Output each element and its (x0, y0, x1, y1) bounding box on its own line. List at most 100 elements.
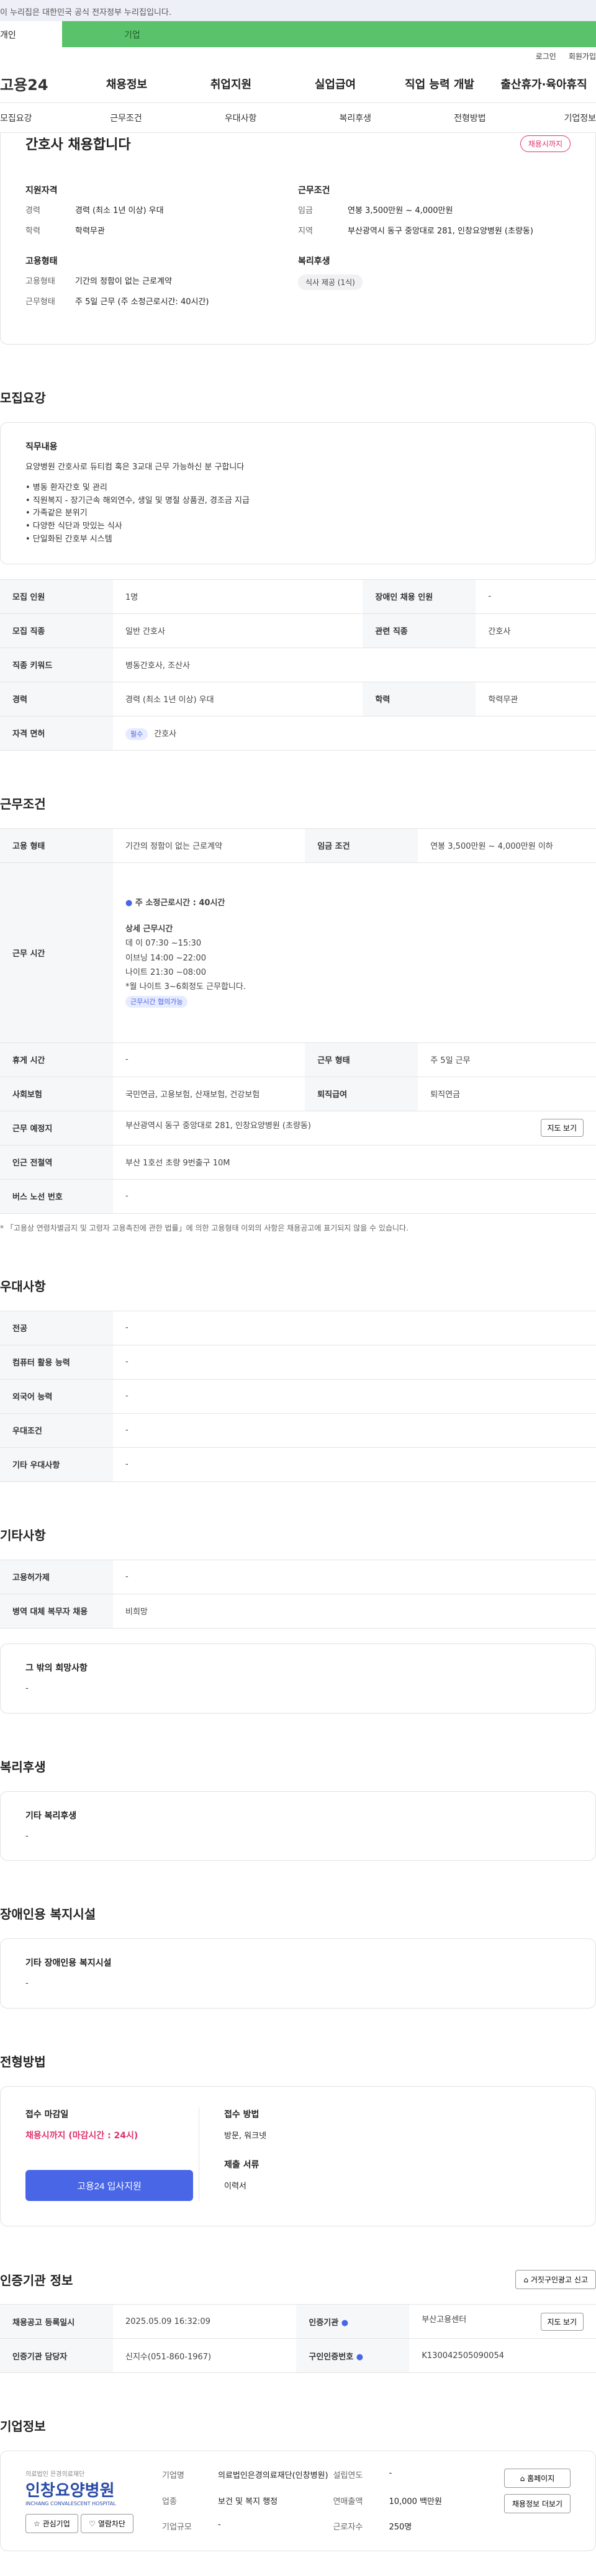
company-key: 기업명 (162, 2471, 184, 2481)
hours-main: 주 소정근로시간 : 40시간 (135, 898, 225, 908)
table-key: 병역 대체 복무자 채용 (0, 1594, 113, 1629)
duty-list-item: • 가족같은 분위기 (25, 508, 88, 518)
report-false-ad-button[interactable]: ⌂ 거짓구인광고 신고 (515, 2270, 596, 2290)
table-value: 국민연금, 고용보험, 산재보험, 건강보험 (113, 1077, 305, 1111)
gnb-item[interactable]: 취업지원 (179, 76, 283, 92)
table-value: 부산광역시 동구 중앙대로 281, 인창요양병원 (초량동) 지도 보기 (113, 1111, 596, 1146)
logo-en: INCHANG CONVALESCENT HOSPITAL (25, 2501, 116, 2507)
subnav-item[interactable]: 우대사항 (183, 112, 298, 124)
section-title-agency: 인증기관 정보 (0, 2273, 73, 2289)
section-title-work: 근무조건 (0, 796, 46, 811)
home-label: 홈페이지 (527, 2474, 555, 2483)
required-tag: 필수 (125, 728, 148, 741)
table-row: 인증기관 담당자 신지수(051-860-1967) 구인인증번호 ● K1300… (0, 2338, 596, 2374)
block-label: 열람차단 (97, 2520, 125, 2529)
gnb-item[interactable]: 채용정보 (74, 76, 179, 92)
report-label: 거짓구인광고 신고 (530, 2275, 588, 2285)
etc-table: 고용허가제 - 병역 대체 복무자 채용 비희망 (0, 1559, 596, 1629)
table-key: 직종 키워드 (0, 648, 113, 682)
company-value: - (218, 2520, 221, 2529)
subnav-item[interactable]: 복리후생 (298, 112, 413, 124)
logo-sub: 의료법인 은경의료재단 (25, 2471, 85, 2479)
table-key: 모집 인원 (0, 579, 113, 614)
home-icon: ⌂ (523, 2275, 529, 2285)
apply-button[interactable]: 고용24 입사지원 (25, 2170, 193, 2202)
agency-table: 채용공고 등록일시 2025.05.09 16:32:09 인증기관 ● 부산고용… (0, 2304, 596, 2374)
table-row: 고용허가제 - (0, 1560, 596, 1594)
company-key: 업종 (162, 2497, 177, 2506)
table-key: 기타 우대사항 (0, 1447, 113, 1482)
table-key: 고용 형태 (0, 828, 113, 863)
company-card: 의료법인 은경의료재단 인창요양병원 INCHANG CONVALESCENT … (0, 2451, 596, 2552)
favorite-company-button[interactable]: ☆ 관심기업 (25, 2514, 78, 2534)
block-view-button[interactable]: ♡ 열람차단 (81, 2514, 133, 2534)
tab-individual[interactable]: 개인 (0, 21, 62, 47)
subnav-item[interactable]: 모집요강 (0, 112, 69, 124)
agency-key: 구인인증번호 (309, 2352, 354, 2362)
cond-head: 근무조건 (298, 186, 330, 196)
summary-key: 근무형태 (25, 297, 55, 307)
table-value: - (113, 1379, 596, 1414)
login-link[interactable]: 로그인 (536, 51, 556, 61)
gnb-item[interactable]: 출산휴가·육아휴직 (492, 76, 596, 92)
section-title-benefit: 복리후생 (0, 1759, 46, 1774)
table-row: 기타 우대사항 - (0, 1447, 596, 1482)
table-row: 컴퓨터 활용 능력 - (0, 1345, 596, 1380)
info-icon[interactable]: ● (356, 2352, 363, 2362)
agency-key: 인증기관 (309, 2318, 339, 2328)
table-key: 휴게 시간 (0, 1042, 113, 1077)
table-value: 연봉 3,500만원 ~ 4,000만원 이하 (418, 828, 596, 863)
table-key: 임금 조건 (305, 828, 418, 863)
table-value: - (113, 1042, 305, 1077)
gnb-item[interactable]: 직업 능력 개발 (387, 76, 492, 92)
duty-text: 요양병원 간호사로 듀티컴 혹은 3교대 근무 가능하신 분 구합니다 (25, 463, 245, 472)
table-row: 근무 예정지 부산광역시 동구 중앙대로 281, 인창요양병원 (초량동) 지도… (0, 1111, 596, 1146)
heart-icon: ♡ (89, 2520, 96, 2529)
subnav-item[interactable]: 근무조건 (69, 112, 184, 124)
table-value: 부산 1호선 초량 9번출구 10M (113, 1145, 596, 1180)
table-key: 외국어 능력 (0, 1379, 113, 1414)
tab-enterprise[interactable]: 기업 (62, 21, 596, 47)
table-value: 신지수(051-860-1967) (113, 2338, 297, 2374)
table-value: - (113, 1311, 596, 1345)
table-key: 경력 (0, 682, 113, 716)
table-key: 관련 직종 (363, 613, 476, 648)
other-wish-head: 그 밖의 희망사항 (25, 1663, 88, 1673)
table-key: 버스 노선 번호 (0, 1179, 113, 1214)
table-key: 학력 (363, 682, 476, 716)
job-title: 간호사 채용합니다 (25, 137, 131, 153)
disabled-box: 기타 장애인용 복지시설 - (0, 1938, 596, 2009)
util-links: 로그인 회원가입 (0, 47, 596, 65)
table-key: 사회보험 (0, 1077, 113, 1111)
summary-key: 지역 (298, 227, 313, 236)
map-button[interactable]: 지도 보기 (540, 1119, 584, 1137)
table-value: 퇴직연금 (418, 1077, 596, 1111)
table-value: - (476, 579, 596, 614)
hours-line: 나이트 21:30 ~08:00 (125, 967, 206, 977)
join-link[interactable]: 회원가입 (569, 51, 596, 61)
benefit-box: 기타 복리후생 - (0, 1791, 596, 1861)
section-title-disabled: 장애인용 복지시설 (0, 1907, 96, 1922)
table-key: 컴퓨터 활용 능력 (0, 1345, 113, 1380)
other-wish-value: - (25, 1683, 29, 1693)
site-logo[interactable]: 고용24 (0, 73, 74, 94)
subnav-item[interactable]: 기업정보 (527, 112, 596, 124)
subnav-item[interactable]: 전형방법 (413, 112, 528, 124)
info-icon: ● (125, 898, 133, 908)
agency-map-button[interactable]: 지도 보기 (540, 2312, 584, 2331)
disabled-head: 기타 장애인용 복지시설 (25, 1958, 112, 1969)
table-row: 경력 경력 (최소 1년 이상) 우대 학력 학력무관 (0, 682, 596, 716)
summary-value: 학력무관 (75, 227, 105, 236)
info-icon[interactable]: ● (341, 2318, 348, 2328)
summary-key: 임금 (298, 206, 313, 215)
homepage-button[interactable]: ⌂ 홈페이지 (503, 2469, 571, 2488)
table-key: 우대조건 (0, 1413, 113, 1448)
company-value: 보건 및 복지 행정 (218, 2497, 278, 2506)
table-row: 모집 인원 1명 장애인 채용 인원 - (0, 579, 596, 614)
table-key: 인증기관 담당자 (0, 2338, 113, 2374)
star-icon: ☆ (34, 2520, 40, 2529)
gnb-item[interactable]: 실업급여 (283, 76, 387, 92)
summary-key: 학력 (25, 227, 40, 236)
deadline-value: 채용시까지 (마감시간 : 24시) (25, 2131, 138, 2141)
table-row: 인근 전철역 부산 1호선 초량 9번출구 10M (0, 1145, 596, 1180)
